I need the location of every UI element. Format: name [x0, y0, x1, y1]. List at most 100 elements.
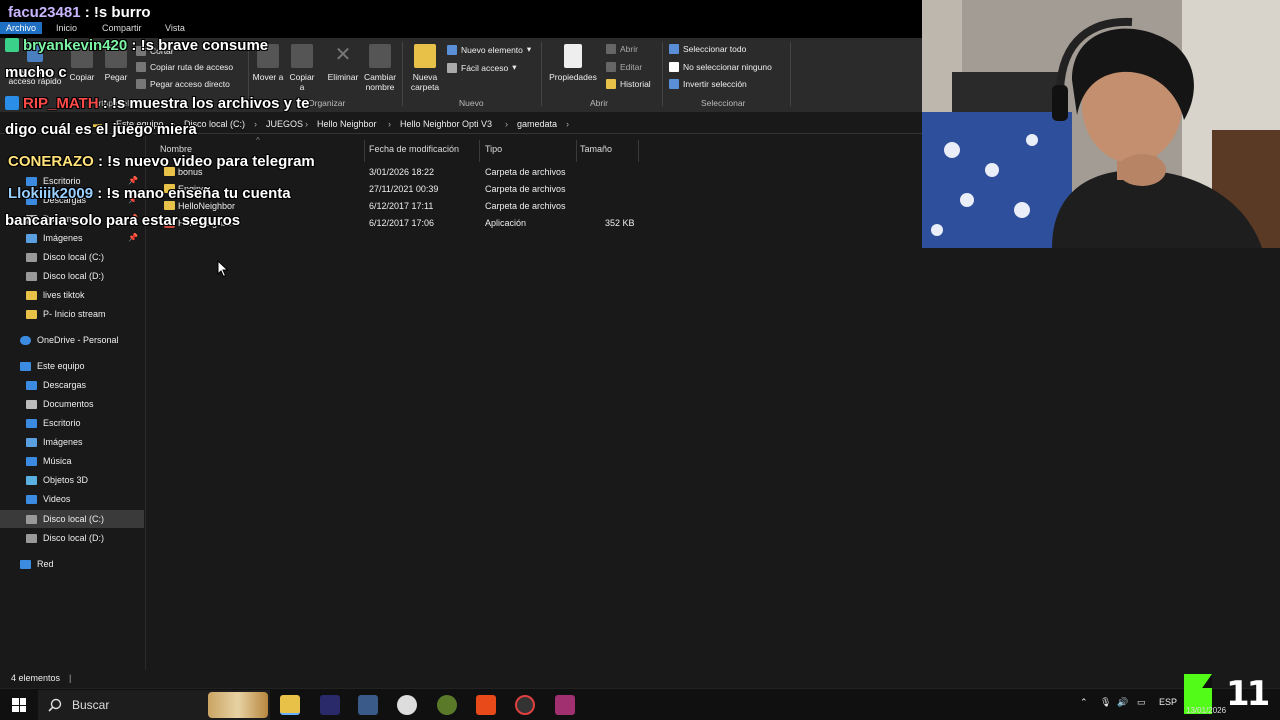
rename-button[interactable]: Cambiar nombre	[362, 44, 398, 92]
chat-message: CONERAZO : !s nuevo video para telegram	[8, 153, 315, 170]
tab-compartir[interactable]: Compartir	[102, 23, 142, 33]
nav-pc-disco-d[interactable]: Disco local (D:)	[0, 529, 144, 547]
select-none-button[interactable]: No seleccionar ninguno	[669, 62, 772, 72]
cloud-icon	[20, 335, 31, 345]
webcam-feed	[922, 0, 1280, 248]
status-divider: |	[69, 673, 72, 683]
column-header-size[interactable]: Tamaño	[580, 144, 612, 154]
webcam-image	[922, 0, 1280, 248]
edit-button[interactable]: Editar	[606, 62, 642, 72]
chat-message: RIP_MATH : !s muestra los archivos y te	[5, 95, 309, 112]
start-button[interactable]	[0, 689, 38, 720]
search-placeholder: Buscar	[72, 698, 110, 712]
rename-icon	[369, 44, 391, 68]
copy-to-icon	[291, 44, 313, 68]
new-item-button[interactable]: Nuevo elemento ▾	[447, 44, 531, 55]
viewer-count: 11	[1226, 674, 1270, 714]
nav-label: Videos	[43, 494, 71, 504]
nav-this-pc[interactable]: Este equipo	[0, 357, 144, 375]
nav-label: Descargas	[43, 380, 87, 390]
screen: { "ribbon": { "tabs": ["Archivo", "Inici…	[0, 0, 1280, 720]
nav-pc-descargas[interactable]: Descargas	[0, 376, 144, 394]
properties-label: Propiedades	[549, 72, 597, 82]
app-taskbar-icon[interactable]	[515, 695, 535, 715]
nav-network[interactable]: Red	[0, 555, 144, 573]
nav-label: Disco local (C:)	[43, 514, 105, 524]
nav-quick-inicio-stream[interactable]: P- Inicio stream	[0, 305, 144, 323]
breadcrumb-hello-neighbor[interactable]: Hello Neighbor	[317, 119, 377, 129]
obs-taskbar-icon[interactable]	[397, 695, 417, 715]
language-indicator[interactable]: ESP	[1159, 697, 1177, 707]
file-name: HelloNeighbor	[178, 201, 236, 211]
window-taskbar-icon[interactable]	[358, 695, 378, 715]
file-type: Aplicación	[485, 218, 527, 228]
nav-pc-escritorio[interactable]: Escritorio	[0, 414, 144, 432]
nav-pc-videos[interactable]: Videos	[0, 490, 144, 508]
history-button[interactable]: Historial	[606, 79, 651, 89]
search-highlight-image	[208, 692, 268, 718]
drive-icon	[26, 271, 37, 281]
copy-label: Copiar	[69, 72, 95, 82]
delete-button[interactable]: ✕ Eliminar	[324, 44, 362, 82]
network-icon[interactable]: ▭	[1137, 697, 1146, 708]
volume-icon[interactable]: 🔊	[1117, 697, 1128, 708]
microphone-icon[interactable]: 🎙	[1100, 697, 1111, 708]
paste-shortcut-button[interactable]: Pegar acceso directo	[136, 79, 230, 89]
chat-text: : !s muestra los archivos y te	[102, 95, 310, 112]
nav-pc-imagenes[interactable]: Imágenes	[0, 433, 144, 451]
file-explorer-taskbar-icon[interactable]	[280, 695, 300, 715]
organize-group-label: Organizar	[308, 98, 346, 108]
winrar-taskbar-icon[interactable]	[555, 695, 575, 715]
streamlabs-taskbar-icon[interactable]	[320, 695, 340, 715]
copy-to-button[interactable]: Copiar a	[286, 44, 318, 92]
column-divider[interactable]	[364, 140, 365, 162]
nav-label: P- Inicio stream	[43, 309, 106, 319]
new-item-icon	[447, 44, 457, 55]
column-divider[interactable]	[479, 140, 480, 162]
column-header-date[interactable]: Fecha de modificación	[369, 144, 459, 154]
chevron-up-icon[interactable]: ⌃	[1080, 697, 1088, 708]
nav-label: Música	[43, 456, 72, 466]
nav-quick-disco-d[interactable]: Disco local (D:)	[0, 267, 144, 285]
nav-onedrive[interactable]: OneDrive - Personal	[0, 331, 144, 349]
column-header-type[interactable]: Tipo	[485, 144, 502, 154]
desktop-icon	[26, 418, 37, 428]
nav-pc-disco-c[interactable]: Disco local (C:)	[0, 510, 144, 528]
easy-access-icon	[447, 62, 457, 73]
nav-pc-objetos-3d[interactable]: Objetos 3D	[0, 471, 144, 489]
nav-quick-disco-c[interactable]: Disco local (C:)	[0, 248, 144, 266]
breadcrumb-opti-v3[interactable]: Hello Neighbor Opti V3	[400, 119, 492, 129]
nav-pc-musica[interactable]: Música	[0, 452, 144, 470]
nav-quick-imagenes[interactable]: Imágenes 📌	[0, 229, 144, 247]
breadcrumb-gamedata[interactable]: gamedata	[517, 119, 557, 129]
brave-taskbar-icon[interactable]	[476, 695, 496, 715]
file-date: 3/01/2026 18:22	[369, 167, 435, 177]
breadcrumb-juegos[interactable]: JUEGOS	[266, 119, 303, 129]
file-row[interactable]: HelloNeighbor 6/12/2017 17:06 Aplicación…	[160, 215, 780, 232]
taskbar-search-box[interactable]: Buscar	[38, 690, 270, 720]
nav-pc-documentos[interactable]: Documentos	[0, 395, 144, 413]
properties-button[interactable]: Propiedades	[546, 44, 600, 82]
tab-archivo[interactable]: Archivo	[0, 22, 43, 34]
column-divider[interactable]	[576, 140, 577, 162]
easy-access-button[interactable]: Fácil acceso ▾	[447, 62, 517, 73]
open-button[interactable]: Abrir	[606, 44, 638, 54]
document-icon	[26, 399, 37, 409]
nav-quick-lives-tiktok[interactable]: lives tiktok	[0, 286, 144, 304]
file-date: 6/12/2017 17:11	[369, 201, 434, 211]
invert-selection-button[interactable]: Invertir selección	[669, 79, 747, 89]
nav-label: Escritorio	[43, 418, 81, 428]
column-divider[interactable]	[638, 140, 639, 162]
select-none-icon	[669, 62, 679, 72]
file-date: 6/12/2017 17:06	[369, 218, 435, 228]
copy-path-button[interactable]: Copiar ruta de acceso	[136, 62, 233, 72]
app-taskbar-icon[interactable]	[437, 695, 457, 715]
new-folder-button[interactable]: Nueva carpeta	[406, 44, 444, 92]
tab-vista[interactable]: Vista	[165, 23, 185, 33]
music-icon	[26, 456, 37, 466]
select-all-button[interactable]: Seleccionar todo	[669, 44, 746, 54]
moderator-badge-icon	[5, 96, 19, 110]
chevron-right-icon: ›	[305, 119, 308, 129]
tab-inicio[interactable]: Inicio	[56, 23, 77, 33]
nav-label: Objetos 3D	[43, 475, 89, 485]
